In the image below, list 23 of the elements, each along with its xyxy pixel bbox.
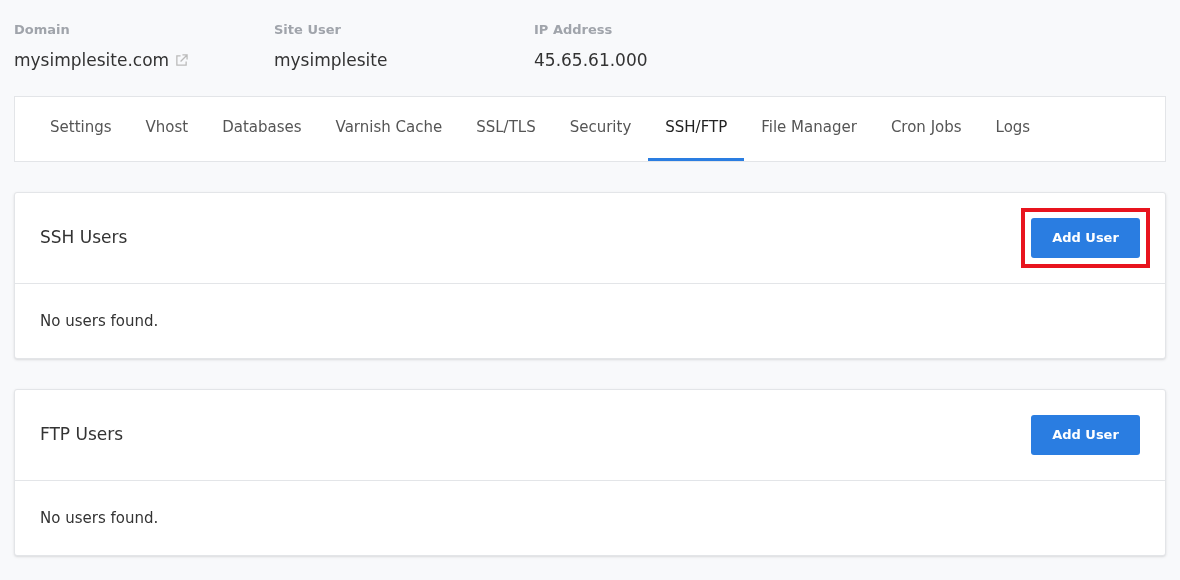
field-value: 45.65.61.000 <box>534 48 648 72</box>
tab[interactable]: Cron Jobs <box>873 97 979 161</box>
tab[interactable]: Logs <box>978 97 1048 161</box>
field-value: mysimplesite <box>274 48 388 72</box>
field-label: IP Address <box>534 21 613 39</box>
tab[interactable]: SSL/TLS <box>459 97 553 161</box>
external-link-icon[interactable] <box>175 53 189 67</box>
tab[interactable]: Settings <box>33 97 129 161</box>
field-label: Domain <box>14 21 70 39</box>
empty-message: No users found. <box>40 507 159 529</box>
add-user-button[interactable]: Add User <box>1031 415 1140 455</box>
tab[interactable]: File Manager <box>744 97 874 161</box>
field-label: Site User <box>274 21 341 39</box>
tab[interactable]: Varnish Cache <box>318 97 460 161</box>
tab[interactable]: Databases <box>205 97 319 161</box>
panel-title: SSH Users <box>40 226 128 250</box>
empty-message: No users found. <box>40 310 159 332</box>
tab[interactable]: Vhost <box>128 97 206 161</box>
tab[interactable]: SSH/FTP <box>648 97 745 161</box>
tab[interactable]: Security <box>552 97 649 161</box>
add-user-button[interactable]: Add User <box>1031 218 1140 258</box>
field-value: mysimplesite.com <box>14 48 170 72</box>
panel-title: FTP Users <box>40 423 124 447</box>
